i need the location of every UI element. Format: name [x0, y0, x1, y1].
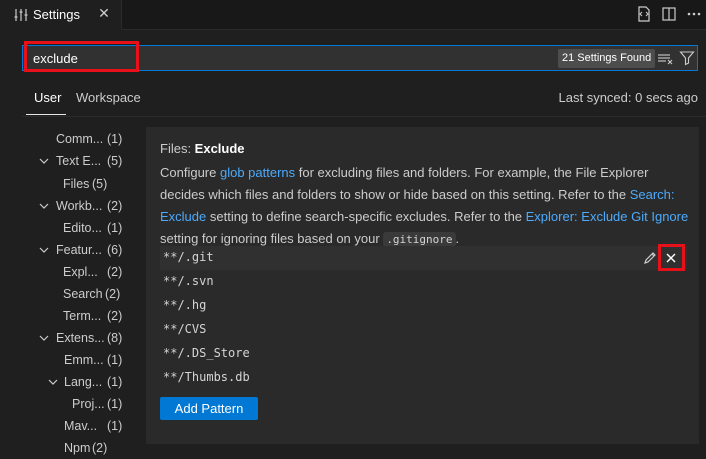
- editor-tab-bar: Settings ✕: [0, 0, 706, 30]
- pattern-row[interactable]: **/.svn: [160, 270, 687, 294]
- close-icon[interactable]: ✕: [96, 6, 112, 22]
- glob-patterns-link[interactable]: glob patterns: [220, 165, 295, 180]
- toc-item-workbench[interactable]: Workb... (2): [26, 196, 126, 216]
- toc-item-explorer[interactable]: Expl... (2): [26, 262, 126, 282]
- toc-item-emmet[interactable]: Emm... (1): [26, 350, 126, 370]
- toc-item-editor[interactable]: Edito... (1): [26, 218, 126, 238]
- pattern-row[interactable]: **/.DS_Store: [160, 342, 687, 366]
- more-actions-icon[interactable]: [686, 5, 702, 23]
- filter-icon[interactable]: [679, 50, 695, 66]
- pattern-row[interactable]: **/CVS: [160, 318, 687, 342]
- chevron-down-icon: [39, 335, 49, 341]
- gitignore-code: .gitignore: [383, 232, 456, 247]
- settings-tab[interactable]: Settings ✕: [0, 0, 122, 30]
- pattern-text: **/.hg: [163, 298, 207, 312]
- split-editor-icon[interactable]: [661, 5, 677, 23]
- pattern-row[interactable]: **/.git: [160, 246, 687, 270]
- tab-workspace[interactable]: Workspace: [76, 90, 141, 105]
- search-exclude-link[interactable]: Search:: [630, 187, 675, 202]
- tab-user[interactable]: User: [34, 90, 61, 105]
- toc-item-language[interactable]: Lang... (1): [26, 372, 126, 392]
- toc-item-project[interactable]: Proj... (1): [26, 394, 126, 414]
- setting-description-line-1: Configure glob patterns for excluding fi…: [160, 165, 649, 180]
- pattern-text: **/Thumbs.db: [163, 370, 250, 384]
- chevron-down-icon: [39, 203, 49, 209]
- chevron-down-icon: [48, 379, 58, 385]
- setting-description-line-2: decides which files and folders to show …: [160, 187, 675, 202]
- setting-name: Exclude: [194, 141, 245, 156]
- pattern-row[interactable]: **/.hg: [160, 294, 687, 318]
- active-tab-indicator: [26, 114, 66, 115]
- setting-description-line-3: Exclude setting to define search-specifi…: [160, 209, 689, 224]
- edit-icon[interactable]: [642, 250, 658, 266]
- pattern-row[interactable]: **/Thumbs.db: [160, 366, 687, 390]
- search-highlight-box: [24, 41, 139, 72]
- open-settings-json-icon[interactable]: [636, 5, 652, 23]
- editor-actions: [636, 5, 702, 23]
- toc-item-features[interactable]: Featur... (6): [26, 240, 126, 260]
- toc-item-search[interactable]: Search (2): [26, 284, 126, 304]
- divider: [22, 116, 706, 117]
- toc-item-extensions[interactable]: Extens... (8): [26, 328, 126, 348]
- toc-item-text-editor[interactable]: Text E... (5): [26, 151, 126, 171]
- toc-item-maven[interactable]: Mav... (1): [26, 416, 126, 436]
- results-count-badge: 21 Settings Found: [558, 49, 656, 68]
- toc-item-npm[interactable]: Npm (2): [26, 438, 126, 458]
- toc-item-files[interactable]: Files (5): [26, 174, 126, 194]
- add-pattern-button[interactable]: Add Pattern: [160, 397, 258, 420]
- sync-status: Last synced: 0 secs ago: [558, 90, 698, 105]
- settings-sliders-icon: [14, 9, 28, 21]
- chevron-down-icon: [39, 247, 49, 253]
- search-exclude-link-cont[interactable]: Exclude: [160, 209, 206, 224]
- clear-filter-icon[interactable]: [657, 50, 673, 66]
- tab-title: Settings: [33, 7, 80, 22]
- pattern-text: **/CVS: [163, 322, 207, 336]
- explorer-exclude-git-ignore-link[interactable]: Explorer: Exclude Git Ignore: [526, 209, 689, 224]
- chevron-down-icon: [39, 158, 49, 164]
- setting-title: Files: Exclude: [160, 141, 245, 156]
- toc-item-commonly-used[interactable]: Comm... (1): [26, 129, 126, 149]
- toc-item-terminal[interactable]: Term... (2): [26, 306, 126, 326]
- remove-highlight-box: [658, 244, 685, 271]
- pattern-text: **/.svn: [163, 274, 214, 288]
- pattern-text: **/.git: [163, 250, 214, 264]
- pattern-text: **/.DS_Store: [163, 346, 250, 360]
